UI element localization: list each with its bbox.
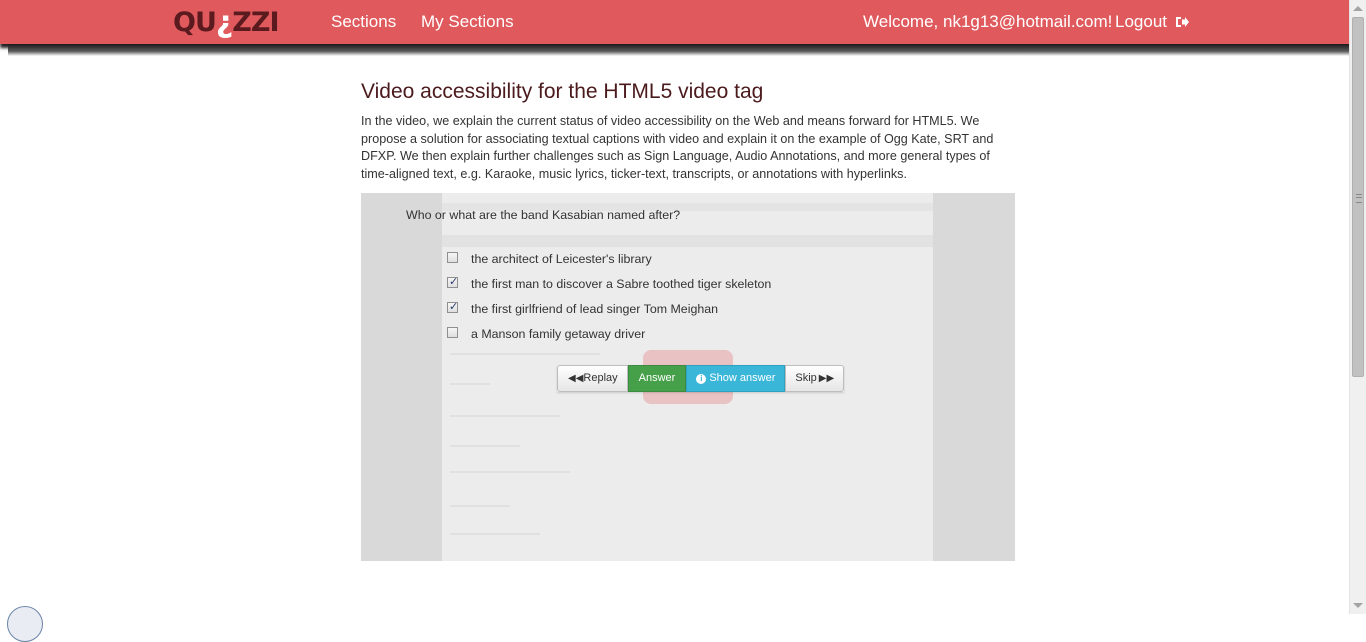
answer-label: the architect of Leicester's library: [471, 252, 652, 266]
answer-label: the first man to discover a Sabre toothe…: [471, 277, 772, 291]
answer-checkbox[interactable]: [447, 300, 458, 313]
answer-checkbox[interactable]: [447, 252, 458, 263]
video-description: In the video, we explain the current sta…: [361, 114, 994, 181]
show-answer-button[interactable]: i Show answer: [686, 365, 786, 392]
scroll-thumb[interactable]: [1352, 17, 1364, 377]
logo-question-mark: ¿: [215, 5, 233, 40]
rewind-icon: ◀◀: [568, 373, 584, 384]
logo-text-end: ZZI: [232, 7, 279, 38]
video-ghost-line: [450, 533, 540, 535]
video-ghost-tabbar: [442, 235, 933, 247]
video-ghost-line: [450, 505, 510, 507]
scroll-down-arrow-icon[interactable]: [1353, 603, 1363, 608]
welcome-message: Welcome, nk1g13@hotmail.com!: [863, 12, 1113, 31]
video-title: Video accessibility for the HTML5 video …: [361, 80, 764, 103]
logo-text-start: QU: [173, 7, 217, 38]
quiz-button-group: ◀◀ Replay Answer i Show answer Skip ▶▶: [557, 365, 845, 392]
partial-circle-icon: [7, 606, 43, 642]
answer-label: Answer: [638, 372, 676, 384]
video-ghost-line: [450, 383, 490, 385]
info-icon: i: [696, 373, 707, 384]
navbar-shadow: [8, 44, 1349, 56]
skip-button[interactable]: Skip ▶▶: [785, 365, 845, 392]
video-ghost-line: [450, 415, 560, 417]
video-ghost-line: [450, 471, 570, 473]
answer-label: a Manson family getaway driver: [471, 327, 646, 341]
replay-label: Replay: [583, 372, 618, 384]
logout-icon: [1175, 17, 1189, 27]
fast-forward-icon: ▶▶: [818, 373, 835, 384]
show-answer-label: Show answer: [709, 372, 776, 384]
nav-sections-link[interactable]: Sections: [331, 12, 396, 32]
video-ghost-line: [450, 445, 520, 447]
replay-button[interactable]: ◀◀ Replay: [557, 365, 628, 392]
quiz-question: Who or what are the band Kasabian named …: [406, 208, 681, 222]
logout-link[interactable]: Logout: [1115, 12, 1189, 32]
nav-my-sections-link[interactable]: My Sections: [421, 12, 514, 32]
skip-label: Skip: [795, 372, 817, 384]
answer-checkbox[interactable]: [447, 275, 458, 288]
scroll-grip-icon: [1356, 194, 1362, 203]
answer-button[interactable]: Answer: [627, 365, 687, 392]
vertical-scrollbar[interactable]: [1349, 0, 1366, 614]
video-ghost-line: [450, 353, 600, 355]
quizzi-logo[interactable]: QU¿ZZI: [173, 5, 283, 40]
top-navbar: QU¿ZZI Sections My Sections Welcome, nk1…: [0, 0, 1349, 44]
answer-checkbox[interactable]: [447, 327, 458, 338]
scroll-up-arrow-icon[interactable]: [1353, 6, 1363, 11]
answer-label: the first girlfriend of lead singer Tom …: [471, 302, 719, 316]
logout-label: Logout: [1115, 12, 1167, 31]
